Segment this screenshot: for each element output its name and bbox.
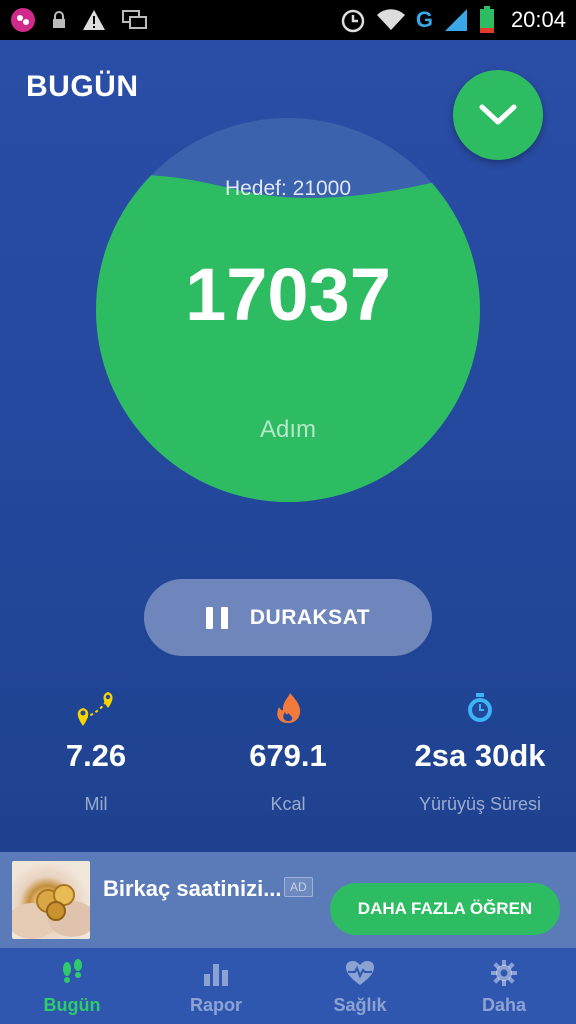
alarm-icon (341, 9, 365, 33)
coins-image (12, 884, 90, 939)
steps-count: 17037 (185, 253, 391, 336)
nav-label: Daha (481, 995, 526, 1015)
ad-badge: AD (284, 877, 313, 897)
pause-button-label: DURAKSAT (249, 605, 371, 629)
network-type: G (415, 7, 433, 32)
stat-label: Kcal (270, 794, 306, 814)
flame-icon (277, 693, 301, 723)
ad-image[interactable] (12, 861, 90, 939)
nav-label: Rapor (189, 995, 242, 1015)
stat-value: 2sa 30dk (414, 738, 546, 773)
ad-learn-more-button[interactable]: DAHA FAZLA ÖĞREN (330, 883, 560, 935)
stat-label: Mil (84, 794, 108, 814)
nav-item-report[interactable]: Rapor (144, 948, 288, 1024)
stopwatch-icon (468, 693, 492, 722)
signal-icon (444, 9, 467, 31)
gear-icon (491, 960, 517, 986)
app-notification-icon (11, 8, 35, 32)
goal-text: Hedef: 21000 (224, 177, 352, 200)
stat-calories: 679.1 Kcal (192, 686, 384, 815)
stat-label: Yürüyüş Süresi (418, 794, 542, 814)
nav-item-health[interactable]: Sağlık (288, 948, 432, 1024)
stat-distance: 7.26 Mil (0, 686, 192, 815)
clock: 20:04 (510, 7, 566, 32)
footsteps-icon (63, 959, 82, 983)
nav-item-today[interactable]: Bugün (0, 948, 144, 1024)
heart-pulse-icon (346, 961, 374, 985)
stat-value: 679.1 (249, 738, 327, 773)
nav-label: Bugün (43, 995, 101, 1015)
chevron-down-icon (479, 104, 517, 125)
bottom-nav: Bugün Rapor Sağlık Daha (0, 948, 576, 1024)
nav-label: Sağlık (333, 995, 387, 1015)
lock-icon (53, 11, 65, 28)
ad-title[interactable]: Birkaç saatinizi... (103, 876, 282, 902)
nav-item-more[interactable]: Daha (432, 948, 576, 1024)
wifi-icon (376, 9, 405, 31)
warning-icon (83, 10, 105, 30)
stat-duration: 2sa 30dk Yürüyüş Süresi (384, 686, 576, 815)
stats-row: 7.26 Mil 679.1 Kcal 2sa 30dk Yürüyüş Sür… (0, 686, 576, 815)
status-bar: G 20:04 (0, 0, 576, 40)
battery-icon (479, 6, 494, 33)
screens-icon (122, 10, 147, 29)
pause-button[interactable]: DURAKSAT (144, 579, 432, 656)
ad-banner[interactable]: Birkaç saatinizi... AD DAHA FAZLA ÖĞREN (0, 852, 576, 948)
page-title: BUGÜN (26, 70, 139, 103)
pause-icon (205, 606, 228, 629)
stat-value: 7.26 (65, 738, 127, 773)
bar-chart-icon (204, 964, 228, 986)
map-pin-route-icon (77, 692, 113, 726)
steps-label: Adım (259, 416, 316, 443)
